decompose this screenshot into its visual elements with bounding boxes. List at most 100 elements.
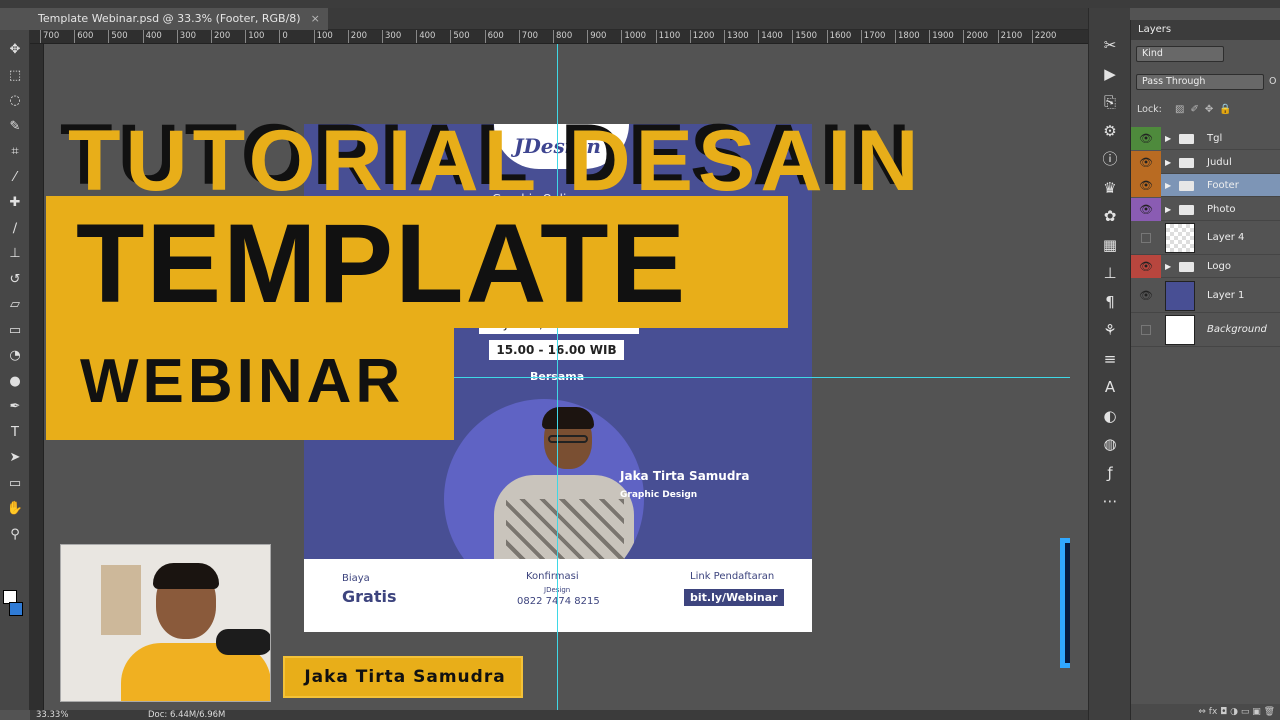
ruler-tick: 2200 bbox=[1031, 30, 1056, 43]
pen-tool-icon[interactable]: ✒ bbox=[0, 395, 30, 419]
grid-icon[interactable]: ▦ bbox=[1089, 232, 1131, 258]
tools-icon[interactable]: ✂ bbox=[1089, 32, 1131, 58]
confirm-value: 0822 7474 8215 bbox=[517, 596, 600, 607]
filter-kind-label: Kind bbox=[1142, 48, 1163, 59]
visibility-eye-icon[interactable]: 👁 bbox=[1131, 127, 1161, 150]
layers-tab[interactable]: Layers bbox=[1131, 20, 1280, 40]
layers-bottom-bar[interactable]: ⇔ fx ◘ ◑ ▭ ▣ 🗑 bbox=[1131, 704, 1280, 720]
lasso-tool-icon[interactable]: ◌ bbox=[0, 89, 30, 113]
visibility-eye-icon[interactable]: 👁 bbox=[1131, 255, 1161, 278]
ruler-tick-label: 700 bbox=[43, 31, 60, 41]
layer-filter-select[interactable]: Kind bbox=[1136, 46, 1224, 62]
ruler-tick: 500 bbox=[108, 30, 128, 43]
background-color-swatch[interactable] bbox=[9, 602, 23, 616]
more-icon[interactable]: ⋯ bbox=[1089, 488, 1131, 514]
palette-icon[interactable]: ✿ bbox=[1089, 203, 1131, 229]
layer-row[interactable]: Layer 4 bbox=[1131, 221, 1280, 255]
layer-row[interactable]: 👁 Layer 1 bbox=[1131, 279, 1280, 313]
visibility-eye-icon[interactable]: 👁 bbox=[1131, 197, 1161, 221]
clone-stamp-tool-icon[interactable]: ⊥ bbox=[0, 242, 30, 266]
layer-row[interactable]: 👁 ▶ Tgl bbox=[1131, 127, 1280, 150]
zoom-level[interactable]: 33.33% bbox=[36, 710, 68, 720]
layer-row[interactable]: 👁 ▶ Photo bbox=[1131, 197, 1280, 221]
expand-arrow-icon[interactable]: ▶ bbox=[1165, 151, 1171, 174]
quick-select-tool-icon[interactable]: ✎ bbox=[0, 115, 30, 139]
brush-tool-icon[interactable]: ∕ bbox=[0, 217, 30, 241]
crown-icon[interactable]: ♛ bbox=[1089, 175, 1131, 201]
ruler-tick-label: 400 bbox=[419, 31, 436, 41]
visibility-eye-icon[interactable]: 👁 bbox=[1131, 174, 1161, 197]
play-icon[interactable]: ▶ bbox=[1089, 61, 1131, 87]
layer-row[interactable]: 👁 ▶ Logo bbox=[1131, 255, 1280, 278]
blur-tool-icon[interactable]: ◔ bbox=[0, 344, 30, 368]
ruler-tick-label: 200 bbox=[214, 31, 231, 41]
marquee-tool-icon[interactable]: ⬚ bbox=[0, 64, 30, 88]
move-tool-icon[interactable]: ✥ bbox=[0, 38, 30, 62]
webcam-feed bbox=[60, 544, 271, 702]
ruler-tick: 200 bbox=[211, 30, 230, 43]
eraser-tool-icon[interactable]: ▱ bbox=[0, 293, 30, 317]
circle-icon[interactable]: ◐ bbox=[1089, 403, 1131, 429]
microphone-icon bbox=[216, 629, 270, 655]
ruler-tick: 1300 bbox=[724, 30, 749, 43]
expand-arrow-icon[interactable]: ▶ bbox=[1165, 127, 1171, 150]
ruler-tick: 1400 bbox=[758, 30, 783, 43]
layer-row[interactable]: 👁 ▶ Footer bbox=[1131, 174, 1280, 197]
expand-arrow-icon[interactable]: ▶ bbox=[1165, 255, 1171, 278]
path-select-tool-icon[interactable]: ➤ bbox=[0, 446, 30, 470]
visibility-eye-icon[interactable] bbox=[1131, 221, 1161, 255]
ruler-tick: 1000 bbox=[621, 30, 646, 43]
ruler-tick: 2100 bbox=[997, 30, 1022, 43]
shape-tool-icon[interactable]: ▭ bbox=[0, 472, 30, 496]
speaker-role: Graphic Design bbox=[620, 490, 698, 500]
fx-icon[interactable]: ƒ bbox=[1089, 460, 1131, 486]
channels-icon[interactable]: ◍ bbox=[1089, 431, 1131, 457]
blend-mode-select[interactable]: Pass Through bbox=[1136, 74, 1264, 90]
character-icon[interactable]: A bbox=[1089, 374, 1131, 400]
lock-icons[interactable]: ▨✐✥🔒 bbox=[1175, 104, 1238, 115]
layer-row[interactable]: Background bbox=[1131, 313, 1280, 347]
history-icon[interactable]: ⎘ bbox=[1089, 89, 1131, 115]
layer-name: Tgl bbox=[1207, 133, 1223, 144]
dodge-tool-icon[interactable]: ● bbox=[0, 370, 30, 394]
speaker-name: Jaka Tirta Samudra bbox=[620, 469, 750, 483]
folder-icon bbox=[1179, 204, 1194, 215]
puppet-icon[interactable]: ⚘ bbox=[1089, 317, 1131, 343]
layer-row[interactable]: 👁 ▶ Judul bbox=[1131, 150, 1280, 174]
adjust-icon[interactable]: ≡ bbox=[1089, 346, 1131, 372]
canvas-area[interactable]: JDesign Graphic Online Jumat, 9 Feb 2020… bbox=[44, 44, 1070, 710]
type-tool-icon[interactable]: T bbox=[0, 421, 30, 445]
crop-tool-icon[interactable]: ⌗ bbox=[0, 140, 30, 164]
info-icon[interactable]: ⓘ bbox=[1089, 146, 1131, 172]
ruler-tick-label: 2100 bbox=[1000, 31, 1023, 41]
opacity-label[interactable]: O bbox=[1269, 76, 1276, 87]
ruler-tick: 700 bbox=[40, 30, 59, 43]
visibility-eye-icon[interactable]: 👁 bbox=[1131, 150, 1161, 174]
document-tab[interactable]: Template Webinar.psd @ 33.3% (Footer, RG… bbox=[30, 8, 328, 30]
expand-arrow-icon[interactable]: ▶ bbox=[1165, 174, 1171, 197]
expand-arrow-icon[interactable]: ▶ bbox=[1165, 198, 1171, 221]
overlay-title-line2: TEMPLATE bbox=[76, 201, 688, 326]
hand-tool-icon[interactable]: ✋ bbox=[0, 497, 30, 521]
healing-tool-icon[interactable]: ✚ bbox=[0, 191, 30, 215]
ruler-tick: 200 bbox=[347, 30, 367, 43]
stamp-icon[interactable]: ⊥ bbox=[1089, 260, 1131, 286]
ruler-tick-label: 1000 bbox=[624, 31, 647, 41]
ruler-tick: 1100 bbox=[655, 30, 680, 43]
visibility-eye-icon[interactable] bbox=[1131, 313, 1161, 347]
settings-icon[interactable]: ⚙ bbox=[1089, 118, 1131, 144]
close-icon[interactable]: × bbox=[311, 8, 320, 30]
doc-size[interactable]: Doc: 6.44M/6.96M bbox=[148, 710, 225, 720]
gradient-tool-icon[interactable]: ▭ bbox=[0, 319, 30, 343]
horizontal-ruler[interactable]: 700 600 500 400 300 200 100 0 100 200 300 400 500 600… bbox=[30, 30, 1088, 44]
ruler-tick-label: 600 bbox=[77, 31, 94, 41]
visibility-eye-icon[interactable]: 👁 bbox=[1131, 279, 1161, 313]
ruler-tick: 1900 bbox=[929, 30, 954, 43]
history-brush-tool-icon[interactable]: ↺ bbox=[0, 268, 30, 292]
paragraph-icon[interactable]: ¶ bbox=[1089, 289, 1131, 315]
eyedropper-tool-icon[interactable]: ⁄ bbox=[0, 166, 30, 190]
zoom-tool-icon[interactable]: ⚲ bbox=[0, 523, 30, 547]
ruler-tick: 2000 bbox=[963, 30, 988, 43]
vertical-ruler[interactable] bbox=[30, 44, 44, 710]
ruler-tick-label: 600 bbox=[487, 31, 504, 41]
